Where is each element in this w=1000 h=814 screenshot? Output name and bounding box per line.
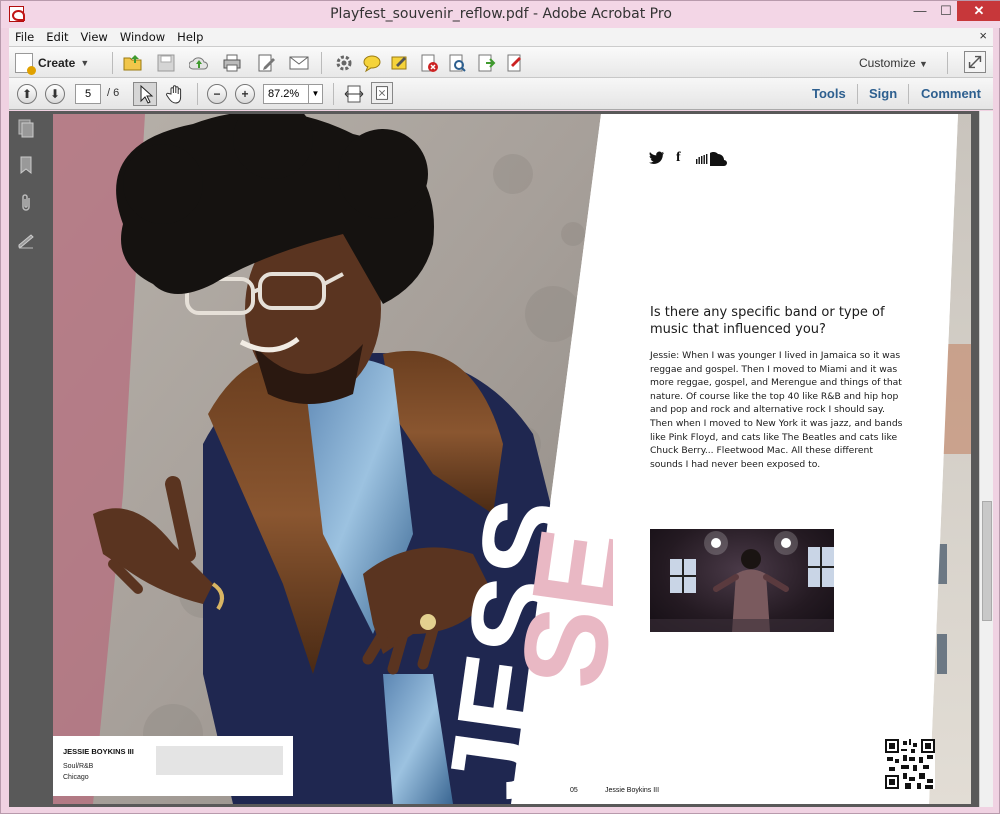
page-thumbnails-icon[interactable]: [17, 119, 35, 139]
close-window-button[interactable]: ✕: [957, 1, 1000, 21]
customize-menu[interactable]: Customize ▼: [859, 56, 928, 70]
zoom-in-button[interactable]: +: [235, 84, 255, 104]
pdf-page: JESS SE f Is there any specific band or …: [53, 114, 971, 804]
tab-tools[interactable]: Tools: [812, 86, 846, 101]
menu-file[interactable]: File: [9, 30, 40, 44]
tab-divider: [857, 84, 858, 104]
toolbar-divider: [321, 52, 322, 74]
navigation-pane: [9, 111, 43, 807]
jesse-title-pink: SE: [496, 521, 613, 695]
main-toolbar: Create ▼ Customize ▼: [9, 46, 993, 78]
email-icon[interactable]: [289, 53, 309, 73]
toolbar-divider: [197, 83, 198, 105]
caption-form-field[interactable]: [156, 746, 283, 775]
menu-view[interactable]: View: [75, 30, 114, 44]
create-button[interactable]: Create ▼: [15, 52, 90, 75]
menu-edit[interactable]: Edit: [40, 30, 74, 44]
qr-code: [885, 739, 935, 789]
create-pdf-icon: [15, 53, 36, 75]
page-number: 05: [570, 787, 578, 794]
chevron-down-icon: ▼: [80, 58, 90, 68]
artist-caption: JESSIE BOYKINS III Soul/R&B Chicago: [53, 736, 293, 796]
tab-comment[interactable]: Comment: [921, 86, 981, 101]
vertical-scrollbar[interactable]: [979, 111, 993, 807]
pdf-sign-icon[interactable]: [505, 53, 525, 73]
save-icon[interactable]: [156, 53, 176, 73]
artist-genre: Soul/R&B: [63, 763, 94, 770]
zoom-value: 87.2%: [268, 88, 300, 100]
previous-page-button[interactable]: ⬆: [17, 84, 37, 104]
toolbar-divider: [112, 52, 113, 74]
signatures-icon[interactable]: [17, 231, 35, 251]
interview-answer: Jessie: When I was younger I lived in Ja…: [650, 350, 903, 470]
customize-label: Customize: [859, 56, 916, 70]
navigation-toolbar: ⬆ ⬇ 5 / 6 − + 87.2% ▼ Tools Sign Comment: [9, 78, 993, 110]
fit-page-icon[interactable]: [371, 82, 393, 104]
jesse-title-graphic: JESS SE: [423, 490, 613, 804]
pdf-export-icon[interactable]: [476, 53, 496, 73]
highlight-icon[interactable]: [390, 53, 410, 73]
bookmarks-icon[interactable]: [17, 155, 35, 175]
toolbar-divider: [333, 83, 334, 105]
scrollbar-thumb[interactable]: [982, 501, 992, 621]
footer-artist-name: Jessie Boykins III: [605, 787, 660, 794]
zoom-level-select[interactable]: 87.2% ▼: [263, 84, 323, 104]
twitter-icon[interactable]: [649, 151, 665, 165]
minimize-button[interactable]: —: [907, 1, 933, 21]
title-bar: Playfest_souvenir_reflow.pdf - Adobe Acr…: [1, 1, 1000, 28]
settings-icon[interactable]: [334, 53, 354, 73]
video-thumbnail[interactable]: [650, 529, 834, 632]
acrobat-window: Playfest_souvenir_reflow.pdf - Adobe Acr…: [0, 0, 1000, 814]
pdf-search-icon[interactable]: [447, 53, 467, 73]
menu-window[interactable]: Window: [114, 30, 171, 44]
cloud-upload-icon[interactable]: [189, 53, 209, 73]
hand-tool-icon[interactable]: [165, 83, 187, 105]
window-title: Playfest_souvenir_reflow.pdf - Adobe Acr…: [330, 6, 672, 22]
chevron-down-icon: ▼: [308, 85, 322, 103]
artist-name: JESSIE BOYKINS III: [63, 747, 134, 756]
menu-help[interactable]: Help: [171, 30, 209, 44]
fit-width-icon[interactable]: [343, 83, 365, 105]
pdf-delete-icon[interactable]: [419, 53, 439, 73]
chevron-down-icon: ▼: [919, 59, 928, 69]
page-number-input[interactable]: 5: [75, 84, 101, 104]
toolbar-divider: [947, 52, 948, 74]
interview-question: Is there any specific band or type of mu…: [650, 305, 885, 337]
open-folder-icon[interactable]: [123, 53, 143, 73]
page-total: / 6: [107, 87, 120, 99]
comment-icon[interactable]: [362, 53, 382, 73]
tab-divider: [908, 84, 909, 104]
print-icon[interactable]: [222, 53, 242, 73]
soundcloud-icon[interactable]: [696, 152, 728, 166]
close-document-button[interactable]: ×: [979, 28, 987, 43]
performance-video-frame: [650, 531, 834, 632]
select-tool-button[interactable]: [133, 82, 157, 106]
next-page-button[interactable]: ⬇: [45, 84, 65, 104]
maximize-button[interactable]: ☐: [933, 1, 959, 21]
full-screen-button[interactable]: [964, 51, 986, 73]
menu-bar: File Edit View Window Help ×: [9, 28, 993, 46]
artist-city: Chicago: [63, 774, 89, 781]
edit-document-icon[interactable]: [256, 53, 276, 73]
facebook-icon[interactable]: f: [676, 150, 681, 166]
tab-sign[interactable]: Sign: [869, 86, 897, 101]
zoom-out-button[interactable]: −: [207, 84, 227, 104]
attachments-icon[interactable]: [17, 193, 35, 213]
cursor-arrow-icon: [140, 84, 154, 104]
create-label: Create: [38, 56, 76, 70]
